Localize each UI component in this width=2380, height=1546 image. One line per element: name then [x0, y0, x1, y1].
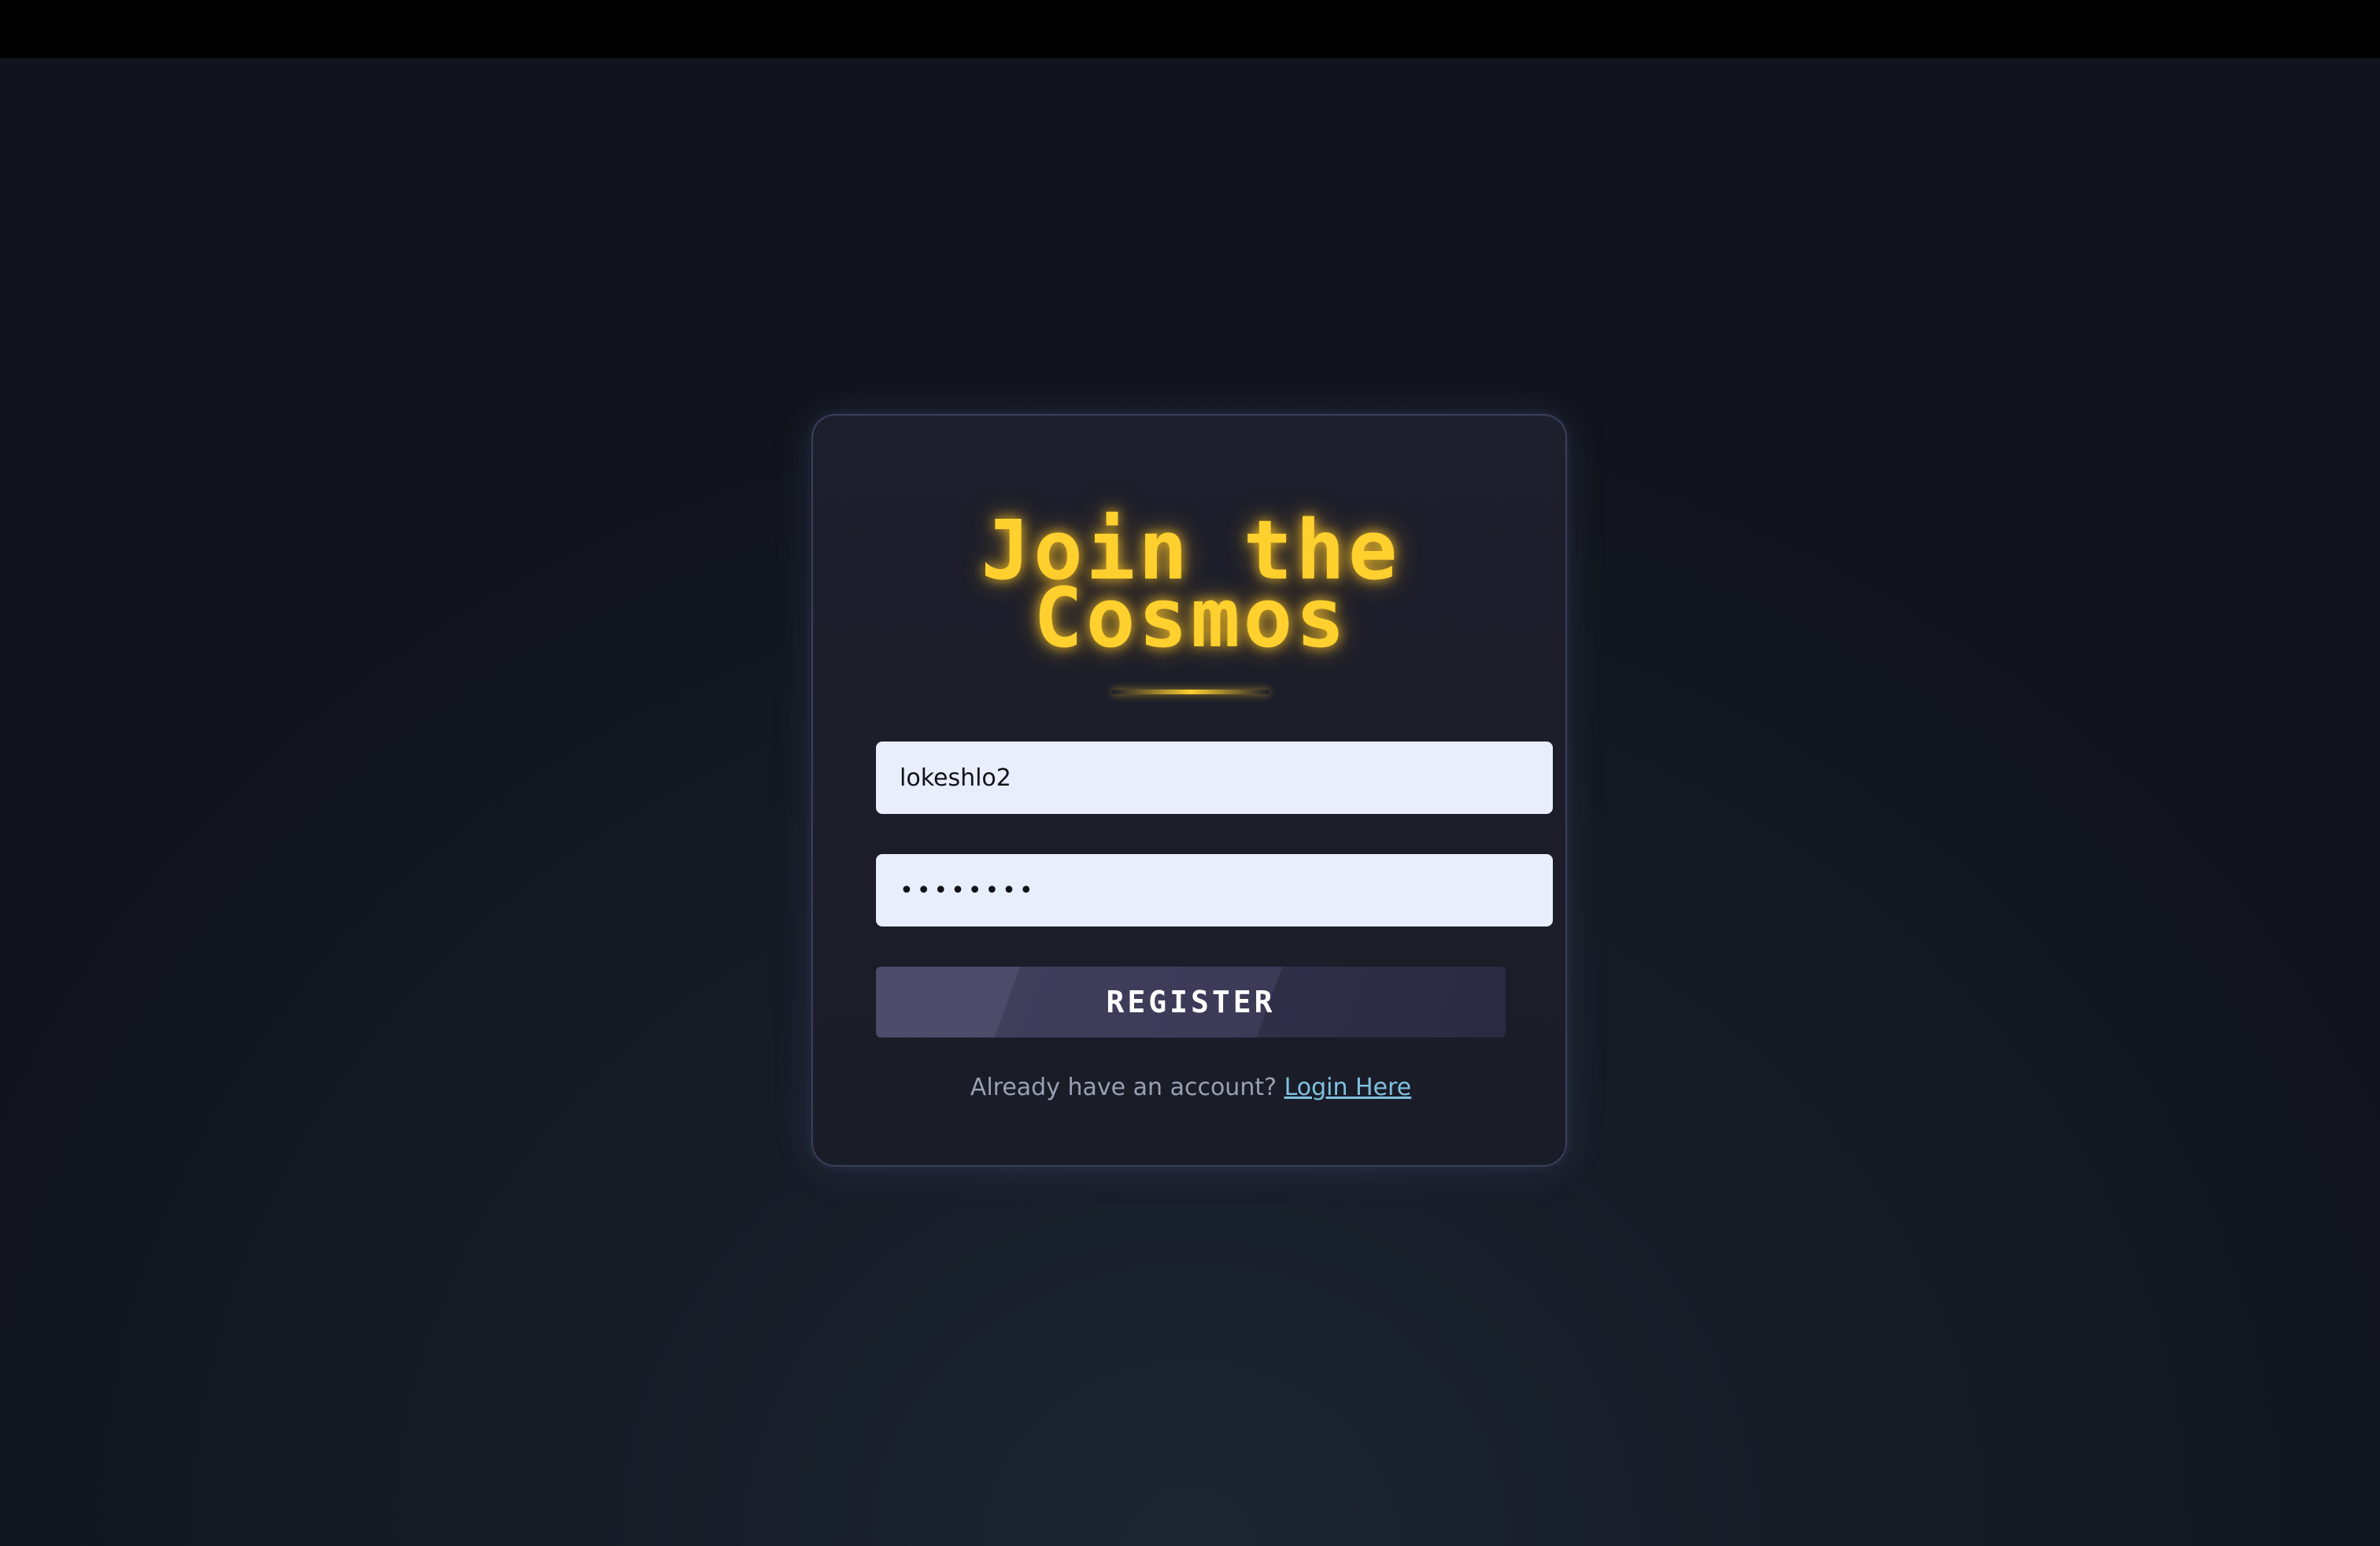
top-bar [0, 0, 2380, 58]
username-input[interactable] [876, 742, 1553, 814]
login-prompt-text: Already have an account? [970, 1074, 1277, 1101]
register-button[interactable]: REGISTER [876, 967, 1506, 1037]
password-input[interactable] [876, 854, 1553, 926]
login-link[interactable]: Login Here [1284, 1074, 1412, 1101]
title-line-2: Cosmos [1033, 570, 1348, 666]
page-title: Join the Cosmos [813, 509, 1569, 666]
login-prompt: Already have an account? Login Here [813, 1074, 1569, 1101]
title-divider [1112, 690, 1269, 694]
register-card: Join the Cosmos REGISTER Already have an… [811, 414, 1567, 1167]
